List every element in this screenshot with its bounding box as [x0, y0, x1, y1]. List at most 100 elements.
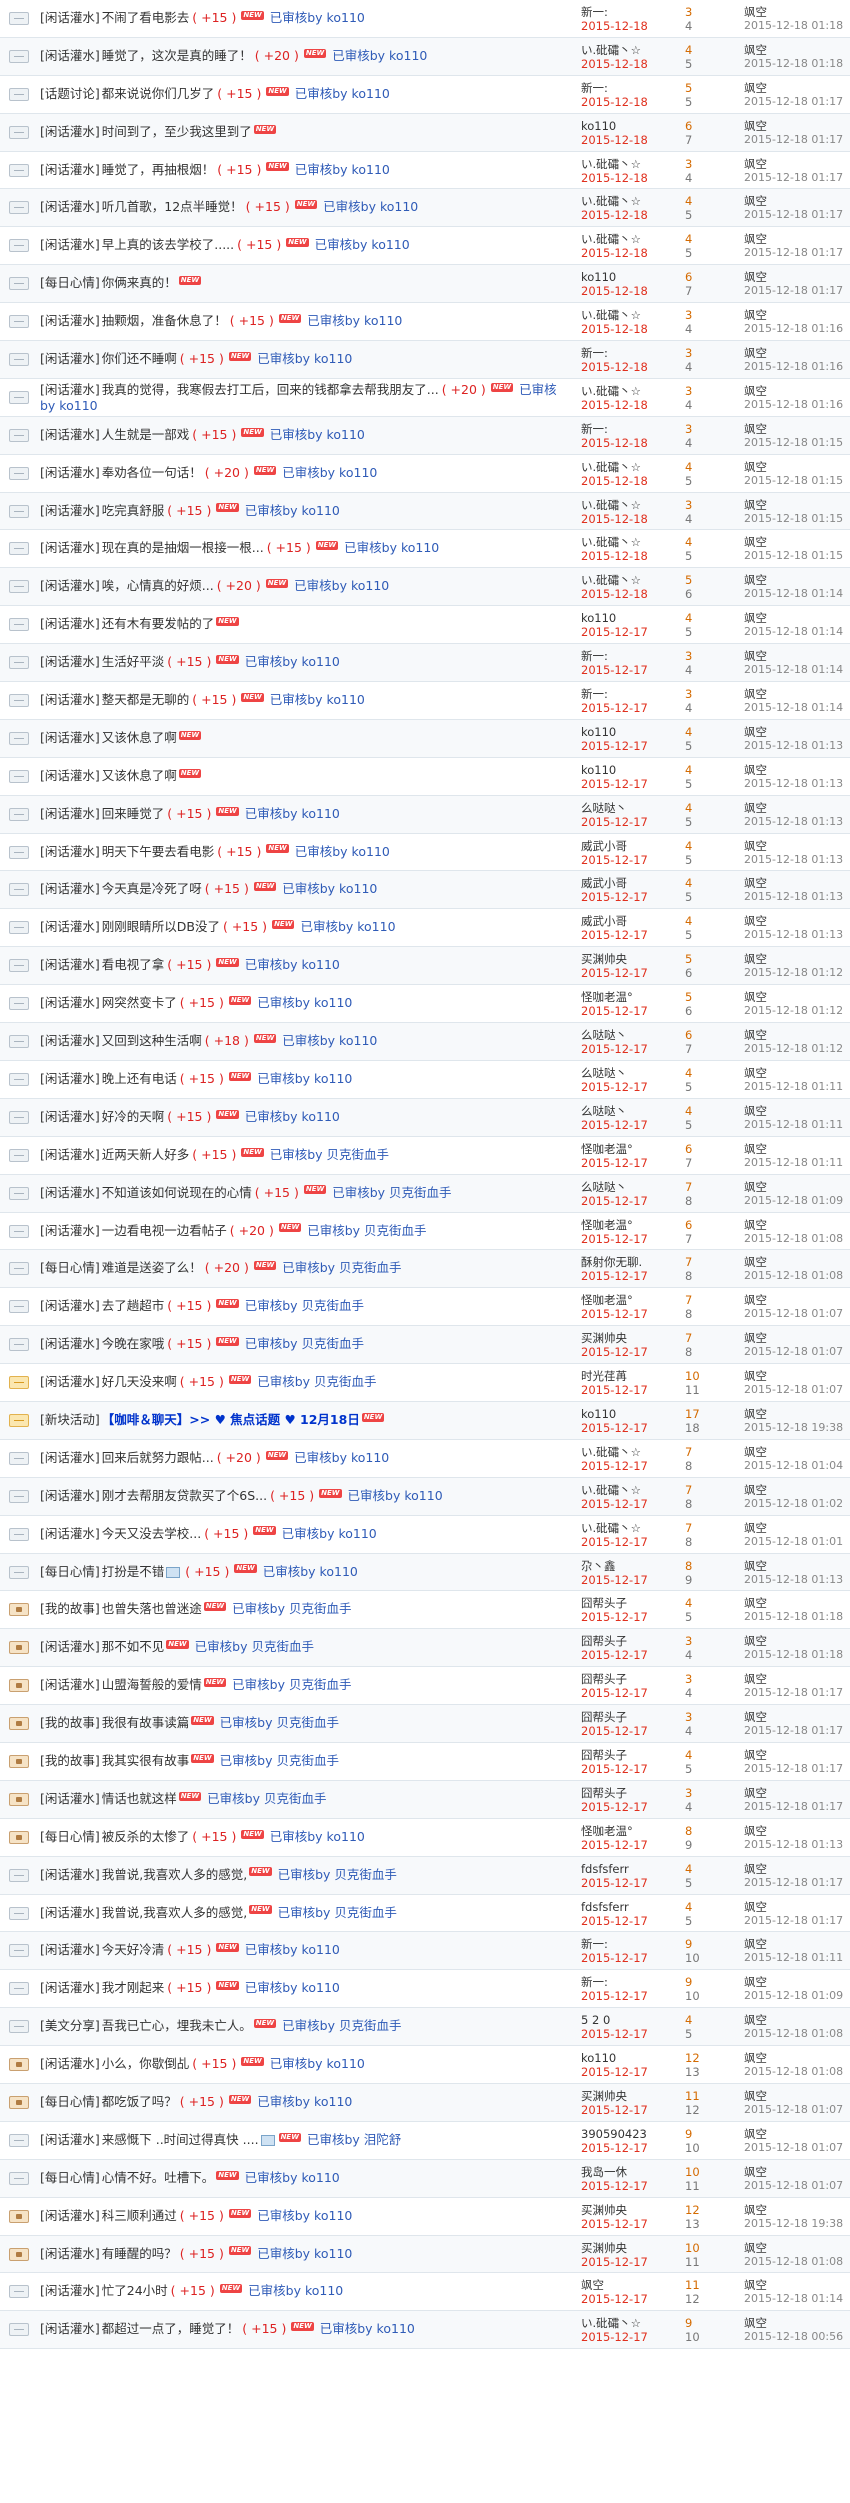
- reply-count[interactable]: 10: [685, 1369, 725, 1383]
- last-poster-link[interactable]: 飒空: [744, 1331, 850, 1345]
- author-name-link[interactable]: い.砒礵丶☆: [581, 573, 681, 587]
- thread-title-link[interactable]: 好几天没来啊: [102, 1374, 177, 1389]
- locked-thread-icon[interactable]: [9, 1641, 29, 1655]
- last-poster-link[interactable]: 飒空: [744, 2165, 850, 2179]
- last-poster-link[interactable]: 飒空: [744, 687, 850, 701]
- thread-folder-icon[interactable]: [9, 656, 29, 670]
- thread-category-link[interactable]: [闲话灌水]: [40, 1639, 100, 1654]
- thread-category-link[interactable]: [闲话灌水]: [40, 1223, 100, 1238]
- thread-category-link[interactable]: [闲话灌水]: [40, 382, 100, 397]
- thread-category-link[interactable]: [闲话灌水]: [40, 1905, 100, 1920]
- thread-folder-icon[interactable]: [9, 883, 29, 897]
- last-post-time-link[interactable]: 2015-12-18 01:17: [744, 1724, 850, 1738]
- last-post-time-link[interactable]: 2015-12-18 01:08: [744, 2255, 850, 2269]
- last-poster-link[interactable]: 飒空: [744, 5, 850, 19]
- thread-category-link[interactable]: [我的故事]: [40, 1715, 100, 1730]
- thread-category-link[interactable]: [闲话灌水]: [40, 1867, 100, 1882]
- thread-title-link[interactable]: 被反杀的太惨了: [102, 1829, 190, 1844]
- last-poster-link[interactable]: 飒空: [744, 1445, 850, 1459]
- thread-folder-icon[interactable]: [9, 353, 29, 367]
- reply-count[interactable]: 4: [685, 1748, 725, 1762]
- author-name-link[interactable]: 怪咖老温°: [581, 1218, 681, 1232]
- thread-folder-icon[interactable]: [9, 466, 29, 480]
- author-name-link[interactable]: い.砒礵丶☆: [581, 1445, 681, 1459]
- thread-title-link[interactable]: 不知道该如何说现在的心情: [102, 1185, 252, 1200]
- author-name-link[interactable]: 囧帮头子: [581, 1748, 681, 1762]
- last-poster-link[interactable]: 飒空: [744, 839, 850, 853]
- thread-folder-icon[interactable]: [9, 1489, 29, 1503]
- thread-folder-icon[interactable]: [9, 239, 29, 253]
- thread-category-link[interactable]: [闲话灌水]: [40, 957, 100, 972]
- last-post-time-link[interactable]: 2015-12-18 01:12: [744, 1004, 850, 1018]
- last-poster-link[interactable]: 飒空: [744, 1104, 850, 1118]
- thread-folder-icon[interactable]: [9, 2285, 29, 2299]
- reply-count[interactable]: 9: [685, 2316, 725, 2330]
- author-name-link[interactable]: fdsfsferr: [581, 1900, 681, 1914]
- author-name-link[interactable]: 新一:: [581, 649, 681, 663]
- last-post-time-link[interactable]: 2015-12-18 01:17: [744, 133, 850, 147]
- last-poster-link[interactable]: 飒空: [744, 1407, 850, 1421]
- reply-count[interactable]: 4: [685, 1104, 725, 1118]
- thread-title-link[interactable]: 回来后就努力跟帖...: [102, 1450, 214, 1465]
- last-post-time-link[interactable]: 2015-12-18 01:09: [744, 1194, 850, 1208]
- reply-count[interactable]: 9: [685, 1975, 725, 1989]
- thread-title-link[interactable]: 我曾说,我喜欢人多的感觉,: [102, 1905, 247, 1920]
- last-post-time-link[interactable]: 2015-12-18 01:11: [744, 1080, 850, 1094]
- last-poster-link[interactable]: 飒空: [744, 2013, 850, 2027]
- reply-count[interactable]: 6: [685, 1028, 725, 1042]
- author-name-link[interactable]: 尕丶鑫: [581, 1559, 681, 1573]
- thread-category-link[interactable]: [我的故事]: [40, 1601, 100, 1616]
- thread-category-link[interactable]: [闲话灌水]: [40, 2132, 100, 2147]
- author-name-link[interactable]: 么哒哒丶: [581, 1066, 681, 1080]
- last-post-time-link[interactable]: 2015-12-18 01:14: [744, 587, 850, 601]
- thread-category-link[interactable]: [每日心情]: [40, 2094, 100, 2109]
- thread-category-link[interactable]: [每日心情]: [40, 2170, 100, 2185]
- thread-folder-icon[interactable]: [9, 87, 29, 101]
- last-poster-link[interactable]: 飒空: [744, 308, 850, 322]
- reply-count[interactable]: 3: [685, 346, 725, 360]
- last-poster-link[interactable]: 飒空: [744, 611, 850, 625]
- last-poster-link[interactable]: 飒空: [744, 2241, 850, 2255]
- last-post-time-link[interactable]: 2015-12-18 01:18: [744, 57, 850, 71]
- reply-count[interactable]: 6: [685, 119, 725, 133]
- last-post-time-link[interactable]: 2015-12-18 01:15: [744, 436, 850, 450]
- last-poster-link[interactable]: 飒空: [744, 384, 850, 398]
- thread-category-link[interactable]: [每日心情]: [40, 1564, 100, 1579]
- reply-count[interactable]: 4: [685, 1900, 725, 1914]
- last-post-time-link[interactable]: 2015-12-18 01:08: [744, 1232, 850, 1246]
- reply-count[interactable]: 12: [685, 2203, 725, 2217]
- last-poster-link[interactable]: 飒空: [744, 535, 850, 549]
- thread-category-link[interactable]: [闲话灌水]: [40, 768, 100, 783]
- thread-folder-icon[interactable]: [9, 201, 29, 215]
- last-post-time-link[interactable]: 2015-12-18 01:07: [744, 2179, 850, 2193]
- last-post-time-link[interactable]: 2015-12-18 01:14: [744, 663, 850, 677]
- author-name-link[interactable]: 买渊帅央: [581, 2089, 681, 2103]
- thread-title-link[interactable]: 还有木有要发帖的了: [102, 616, 215, 631]
- last-poster-link[interactable]: 飒空: [744, 119, 850, 133]
- thread-category-link[interactable]: [闲话灌水]: [40, 806, 100, 821]
- thread-title-link[interactable]: 看电视了拿: [102, 957, 165, 972]
- last-poster-link[interactable]: 飒空: [744, 1483, 850, 1497]
- author-name-link[interactable]: い.砒礵丶☆: [581, 2316, 681, 2330]
- author-name-link[interactable]: い.砒礵丶☆: [581, 535, 681, 549]
- thread-title-link[interactable]: 也曾失落也曾迷途: [102, 1601, 202, 1616]
- thread-category-link[interactable]: [闲话灌水]: [40, 503, 100, 518]
- last-post-time-link[interactable]: 2015-12-18 01:17: [744, 1686, 850, 1700]
- reply-count[interactable]: 4: [685, 43, 725, 57]
- thread-folder-icon[interactable]: [9, 1224, 29, 1238]
- thread-category-link[interactable]: [闲话灌水]: [40, 124, 100, 139]
- thread-folder-icon[interactable]: [9, 1944, 29, 1958]
- locked-thread-icon[interactable]: [9, 2247, 29, 2261]
- last-poster-link[interactable]: 飒空: [744, 1521, 850, 1535]
- last-post-time-link[interactable]: 2015-12-18 19:38: [744, 2217, 850, 2231]
- thread-folder-icon[interactable]: [9, 580, 29, 594]
- last-post-time-link[interactable]: 2015-12-18 01:15: [744, 549, 850, 563]
- thread-title-link[interactable]: 早上真的该去学校了.....: [102, 237, 234, 252]
- thread-folder-icon[interactable]: [9, 1035, 29, 1049]
- author-name-link[interactable]: 威武小哥: [581, 876, 681, 890]
- thread-folder-icon[interactable]: [9, 694, 29, 708]
- author-name-link[interactable]: い.砒礵丶☆: [581, 384, 681, 398]
- author-name-link[interactable]: 囧帮头子: [581, 1710, 681, 1724]
- reply-count[interactable]: 7: [685, 1331, 725, 1345]
- reply-count[interactable]: 5: [685, 990, 725, 1004]
